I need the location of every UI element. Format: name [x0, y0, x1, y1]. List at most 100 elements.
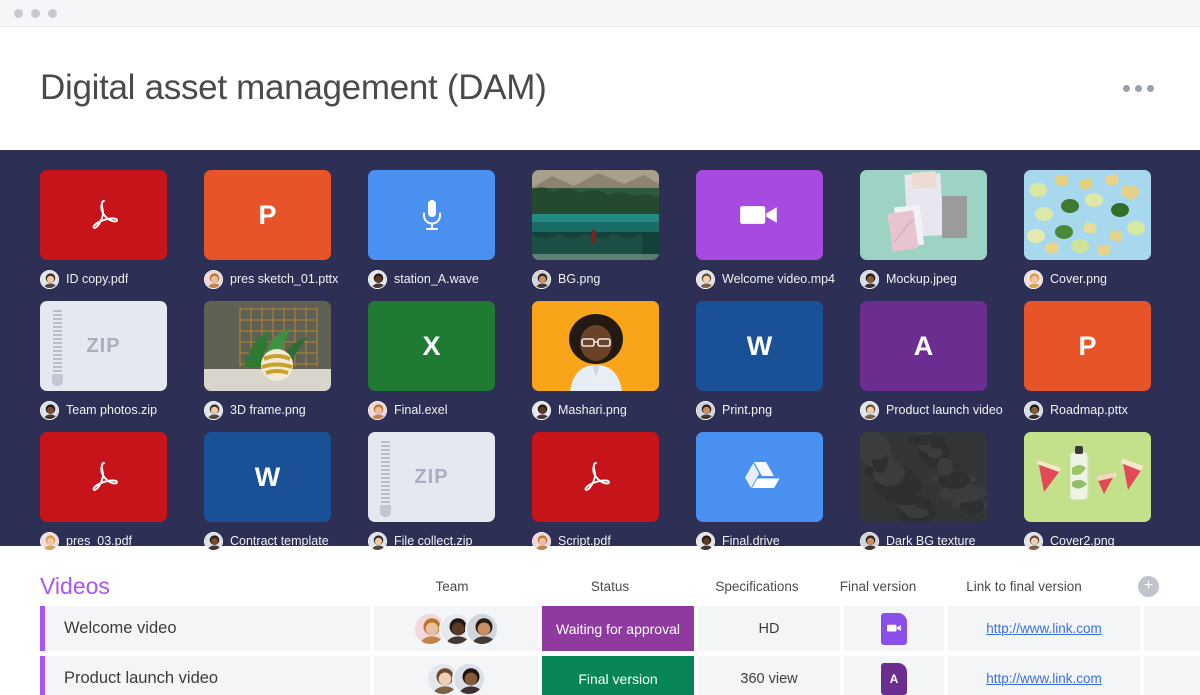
avatar[interactable]	[860, 401, 879, 420]
avatar[interactable]	[696, 401, 715, 420]
asset-card[interactable]: ZIP Team photos.zip	[40, 301, 204, 420]
team-avatar[interactable]	[465, 612, 499, 646]
asset-meta-row: ID copy.pdf	[40, 269, 204, 289]
asset-card[interactable]: BG.png	[532, 170, 696, 289]
asset-thumbnail-dark-texture-photo[interactable]	[860, 432, 987, 522]
asset-card[interactable]: Final.drive	[696, 432, 860, 551]
asset-card[interactable]: Mashari.png	[532, 301, 696, 420]
asset-card[interactable]: 3D frame.png	[204, 301, 368, 420]
row-empty-cell[interactable]	[1144, 656, 1200, 695]
row-team-cell[interactable]	[374, 606, 538, 651]
asset-card[interactable]: W Contract template	[204, 432, 368, 551]
column-header-status[interactable]: Status	[534, 579, 686, 594]
status-badge[interactable]: Waiting for approval	[542, 606, 694, 651]
asset-thumbnail-ZIP[interactable]: ZIP	[40, 301, 167, 391]
asset-thumbnail-lake-photo[interactable]	[532, 170, 659, 260]
avatar[interactable]	[40, 401, 59, 420]
asset-thumbnail-pdf[interactable]	[40, 170, 167, 260]
asset-thumbnail-mic[interactable]	[368, 170, 495, 260]
avatar[interactable]	[696, 532, 715, 551]
final-version-link[interactable]: http://www.link.com	[986, 671, 1102, 686]
avatar[interactable]	[368, 532, 387, 551]
row-status-cell[interactable]: Final version	[542, 656, 694, 695]
asset-thumbnail-video[interactable]	[696, 170, 823, 260]
final-version-link[interactable]: http://www.link.com	[986, 621, 1102, 636]
row-specifications-cell[interactable]: 360 view	[698, 656, 840, 695]
status-badge[interactable]: Final version	[542, 656, 694, 695]
avatar[interactable]	[1024, 270, 1043, 289]
avatar[interactable]	[532, 401, 551, 420]
asset-thumbnail-food-photo[interactable]	[1024, 170, 1151, 260]
avatar[interactable]	[860, 270, 879, 289]
row-empty-cell[interactable]	[1144, 606, 1200, 651]
window-close-dot[interactable]	[14, 9, 23, 18]
asset-thumbnail-portrait-photo[interactable]	[532, 301, 659, 391]
avatar[interactable]	[204, 401, 223, 420]
asset-card[interactable]: ID copy.pdf	[40, 170, 204, 289]
asset-thumbnail-drive[interactable]	[696, 432, 823, 522]
asset-thumbnail-ZIP[interactable]: ZIP	[368, 432, 495, 522]
asset-thumbnail-pdf[interactable]	[532, 432, 659, 522]
asset-card[interactable]: P Roadmap.pttx	[1024, 301, 1188, 420]
asset-card[interactable]: Cover.png	[1024, 170, 1188, 289]
asset-thumbnail-X[interactable]: X	[368, 301, 495, 391]
asset-card[interactable]: station_A.wave	[368, 170, 532, 289]
column-header-final-version[interactable]: Final version	[828, 579, 928, 594]
asset-thumbnail-P[interactable]: P	[204, 170, 331, 260]
row-name-cell[interactable]: Product launch video	[40, 656, 370, 695]
row-final-version-cell[interactable]	[844, 606, 944, 651]
row-specifications-cell[interactable]: HD	[698, 606, 840, 651]
asset-card[interactable]: Cover2.png	[1024, 432, 1188, 551]
avatar[interactable]	[696, 270, 715, 289]
video-file-icon[interactable]	[881, 613, 907, 645]
asset-card[interactable]: P pres sketch_01.pttx	[204, 170, 368, 289]
avatar[interactable]	[860, 532, 879, 551]
column-header-specifications[interactable]: Specifications	[686, 579, 828, 594]
avatar[interactable]	[532, 532, 551, 551]
avatar[interactable]	[204, 532, 223, 551]
asset-thumbnail-watermelon-photo[interactable]	[1024, 432, 1151, 522]
avatar[interactable]	[532, 270, 551, 289]
asset-card[interactable]: pres_03.pdf	[40, 432, 204, 551]
asset-card[interactable]: Dark BG texture	[860, 432, 1024, 551]
asset-filename: BG.png	[558, 272, 600, 286]
asset-card[interactable]: ZIP File collect.zip	[368, 432, 532, 551]
avatar[interactable]	[40, 532, 59, 551]
asset-card[interactable]: Script.pdf	[532, 432, 696, 551]
asset-card[interactable]: W Print.png	[696, 301, 860, 420]
row-name-cell[interactable]: Welcome video	[40, 606, 370, 651]
asset-card[interactable]: Mockup.jpeg	[860, 170, 1024, 289]
row-final-version-cell[interactable]: A	[844, 656, 944, 695]
avatar[interactable]	[368, 401, 387, 420]
asset-thumbnail-mockup-photo[interactable]	[860, 170, 987, 260]
row-link-cell[interactable]: http://www.link.com	[948, 656, 1140, 695]
asset-thumbnail-P[interactable]: P	[1024, 301, 1151, 391]
window-maximize-dot[interactable]	[48, 9, 57, 18]
column-header-link[interactable]: Link to final version	[928, 579, 1120, 594]
row-link-cell[interactable]: http://www.link.com	[948, 606, 1140, 651]
row-team-cell[interactable]	[374, 656, 538, 695]
row-status-cell[interactable]: Waiting for approval	[542, 606, 694, 651]
asset-thumbnail-A[interactable]: A	[860, 301, 987, 391]
avatar[interactable]	[1024, 532, 1043, 551]
adobe-file-icon[interactable]: A	[881, 663, 907, 695]
asset-card[interactable]: X Final.exel	[368, 301, 532, 420]
avatar[interactable]	[204, 270, 223, 289]
avatar[interactable]	[1024, 401, 1043, 420]
asset-thumbnail-pdf[interactable]	[40, 432, 167, 522]
team-avatar[interactable]	[452, 662, 486, 695]
kebab-menu-icon[interactable]	[1115, 77, 1162, 100]
table-row[interactable]: Product launch video Final version360 vi…	[40, 656, 1160, 695]
column-header-team[interactable]: Team	[370, 579, 534, 594]
table-row[interactable]: Welcome video Waiting for approvalHD htt…	[40, 606, 1160, 651]
asset-thumbnail-W[interactable]: W	[696, 301, 823, 391]
asset-thumbnail-3d-photo[interactable]	[204, 301, 331, 391]
asset-filename: Mockup.jpeg	[886, 272, 957, 286]
asset-card[interactable]: A Product launch video	[860, 301, 1024, 420]
avatar[interactable]	[40, 270, 59, 289]
add-column-button[interactable]: +	[1138, 576, 1159, 597]
avatar[interactable]	[368, 270, 387, 289]
window-minimize-dot[interactable]	[31, 9, 40, 18]
asset-thumbnail-W[interactable]: W	[204, 432, 331, 522]
asset-card[interactable]: Welcome video.mp4	[696, 170, 860, 289]
